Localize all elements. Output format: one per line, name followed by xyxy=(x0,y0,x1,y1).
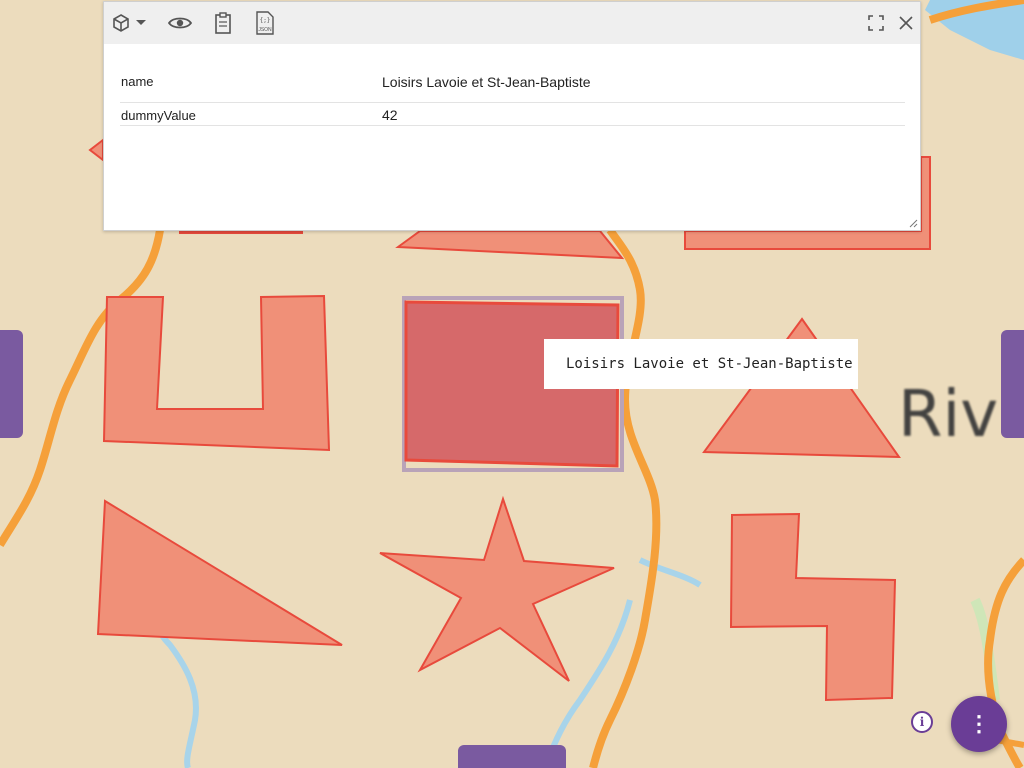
triangle-polygon xyxy=(96,499,343,646)
property-value: 42 xyxy=(382,107,398,123)
polygon-shape xyxy=(395,230,625,260)
chevron-down-icon[interactable] xyxy=(133,11,149,35)
cube-icon[interactable] xyxy=(109,11,133,35)
property-key: dummyValue xyxy=(121,108,196,123)
table-row: dummyValue 42 xyxy=(120,103,905,126)
polygon-shape xyxy=(88,137,104,163)
tooltip-text: Loisirs Lavoie et St-Jean-Baptiste xyxy=(566,356,853,372)
info-button[interactable]: i xyxy=(911,711,933,733)
properties-table: name Loisirs Lavoie et St-Jean-Baptiste … xyxy=(120,60,905,126)
bottom-panel-handle[interactable] xyxy=(458,745,566,768)
polygon-shape xyxy=(179,230,303,234)
left-panel-handle[interactable] xyxy=(0,330,23,438)
json-label: JSON xyxy=(258,27,272,33)
property-value: Loisirs Lavoie et St-Jean-Baptiste xyxy=(382,74,591,90)
more-vert-icon: ⋮ xyxy=(968,711,990,736)
table-row: name Loisirs Lavoie et St-Jean-Baptiste xyxy=(120,60,905,103)
close-icon[interactable] xyxy=(894,11,918,35)
feature-tooltip: Loisirs Lavoie et St-Jean-Baptiste xyxy=(544,339,858,389)
s-polygon xyxy=(729,512,897,702)
json-file-icon[interactable]: {;} JSON xyxy=(253,11,277,35)
clipboard-icon[interactable] xyxy=(211,11,235,35)
place-label: Rivi xyxy=(898,378,1016,452)
more-menu-button[interactable]: ⋮ xyxy=(951,696,1007,752)
right-panel-handle[interactable] xyxy=(1001,330,1024,438)
u-polygon xyxy=(102,294,331,452)
svg-text:{;}: {;} xyxy=(260,17,271,24)
river-line xyxy=(542,599,633,768)
fullscreen-icon[interactable] xyxy=(864,11,888,35)
star-polygon xyxy=(379,495,615,682)
eye-icon[interactable] xyxy=(168,11,192,35)
feature-popup: {;} JSON name Loisirs Lavoie et St-Jean-… xyxy=(103,1,921,231)
popup-toolbar: {;} JSON xyxy=(104,2,920,44)
resize-grip-icon[interactable] xyxy=(909,219,918,228)
property-key: name xyxy=(121,74,154,89)
